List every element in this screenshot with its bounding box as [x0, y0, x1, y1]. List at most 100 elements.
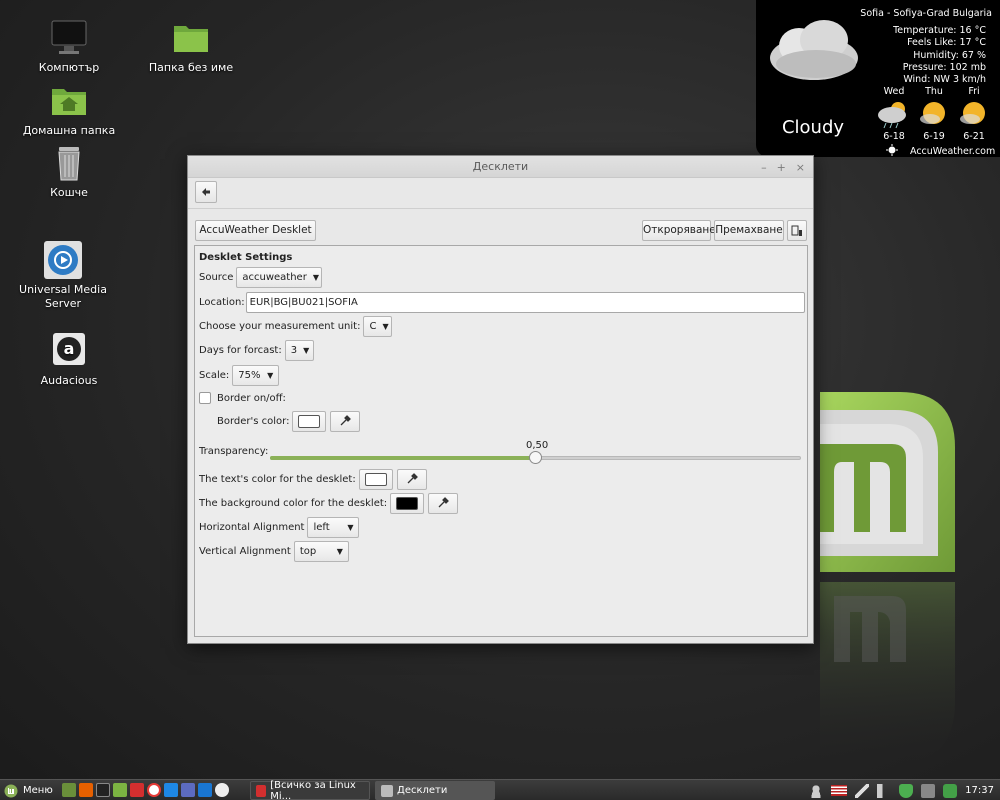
- minimize-button[interactable]: –: [761, 161, 767, 174]
- taskbar: Меню [Всичко за Linux Mi... Десклети 17:…: [0, 779, 1000, 800]
- network-icon[interactable]: [855, 783, 870, 798]
- valign-row: Vertical Alignment top ▼: [199, 540, 349, 562]
- slider-handle[interactable]: [529, 451, 542, 464]
- desktop-icon-label: Кошче: [50, 186, 88, 199]
- border-checkbox[interactable]: [199, 392, 211, 404]
- firefox-icon[interactable]: [79, 783, 93, 797]
- open-button[interactable]: Откроряване: [642, 220, 716, 241]
- maximize-button[interactable]: +: [777, 161, 786, 174]
- weather-temperature: Temperature: 16 °C: [893, 25, 986, 36]
- vivaldi-icon[interactable]: [130, 783, 144, 797]
- remove-button[interactable]: Премахване: [714, 220, 784, 241]
- user-icon[interactable]: [809, 783, 824, 798]
- unit-label: Choose your measurement unit:: [199, 320, 361, 332]
- desktop-icon-label: Universal Media Server: [19, 283, 107, 310]
- desktop-icon-folder[interactable]: Папка без име: [143, 18, 239, 75]
- bg-color-picker-button[interactable]: [428, 492, 459, 514]
- task-desklets[interactable]: Десклети: [375, 781, 495, 800]
- rain-cloud-icon: [874, 99, 914, 129]
- vivaldi-icon: [256, 784, 267, 797]
- chevron-down-icon: ▼: [267, 370, 274, 380]
- text-color-row: The text's color for the desklet:: [199, 468, 427, 490]
- border-label: Border on/off:: [217, 392, 286, 404]
- weather-location: Sofia - Sofiya-Grad Bulgaria: [860, 8, 992, 19]
- configure-button[interactable]: [787, 220, 807, 241]
- days-label: Days for forcast:: [199, 344, 282, 356]
- valign-combo[interactable]: top ▼: [293, 540, 349, 562]
- task-vivaldi[interactable]: [Всичко за Linux Mi...: [250, 779, 370, 800]
- menu-label: Меню: [23, 785, 53, 796]
- scale-label: Scale:: [199, 369, 230, 381]
- slider-fill: [270, 456, 536, 460]
- window-titlebar[interactable]: Десклети – + ×: [188, 156, 813, 178]
- desktop-icon-audacious[interactable]: a Audacious: [21, 331, 117, 388]
- weather-provider[interactable]: AccuWeather.com: [886, 144, 995, 159]
- unit-combo[interactable]: C ▼: [363, 315, 393, 337]
- forecast-day-name: Fri: [968, 86, 980, 97]
- forecast-day-range: 6-19: [923, 131, 945, 142]
- desklets-window[interactable]: Десклети – + × AccuWeather Desklet Откро…: [187, 155, 814, 644]
- battery-icon[interactable]: [921, 783, 936, 798]
- desktop-icon-media-server[interactable]: Universal Media Server: [15, 240, 111, 311]
- sun-cloud-icon: [954, 99, 994, 129]
- cloudy-icon: [770, 20, 858, 80]
- desklet-header-row: AccuWeather Desklet Откроряване Премахва…: [188, 210, 813, 246]
- update-manager-icon[interactable]: [943, 783, 958, 798]
- halign-value: left: [313, 521, 330, 533]
- halign-row: Horizontal Alignment left ▼: [199, 516, 360, 538]
- weather-desklet[interactable]: Sofia - Sofiya-Grad Bulgaria Temperature…: [756, 0, 1000, 157]
- text-color-label: The text's color for the desklet:: [199, 473, 356, 485]
- border-color-button[interactable]: [292, 410, 327, 432]
- task-label: [Всичко за Linux Mi...: [270, 779, 356, 800]
- location-input[interactable]: EUR|BG|BU021|SOFIA: [245, 291, 805, 313]
- show-desktop-icon[interactable]: [62, 783, 76, 797]
- skype-icon[interactable]: [164, 783, 178, 797]
- remote-desktop-icon[interactable]: [181, 783, 195, 797]
- scale-combo[interactable]: 75% ▼: [232, 364, 280, 386]
- configure-icon: [791, 225, 802, 236]
- sun-cloud-icon: [914, 99, 954, 129]
- volume-icon[interactable]: [877, 783, 892, 798]
- border-row: Border on/off:: [199, 387, 286, 409]
- back-button[interactable]: [195, 181, 217, 203]
- desktop-icon-trash[interactable]: Кошче: [21, 143, 117, 200]
- opera-icon[interactable]: [147, 783, 161, 797]
- desktop-icon-home[interactable]: Домашна папка: [21, 81, 117, 138]
- clock[interactable]: 17:37: [965, 785, 994, 796]
- window-toolbar: [188, 178, 813, 209]
- desktop-icon-label: Папка без име: [148, 61, 234, 74]
- desklet-name-button[interactable]: AccuWeather Desklet: [195, 220, 316, 241]
- source-combo[interactable]: accuweather ▼: [236, 266, 323, 288]
- close-button[interactable]: ×: [796, 161, 805, 174]
- bg-color-button[interactable]: [390, 492, 425, 514]
- computer-icon: [49, 18, 89, 58]
- halign-combo[interactable]: left ▼: [307, 516, 360, 538]
- forecast-day-range: 6-21: [963, 131, 985, 142]
- media-player-icon[interactable]: [198, 783, 212, 797]
- keyboard-layout-flag-icon[interactable]: [831, 785, 848, 796]
- mint-menu-icon: [4, 784, 18, 797]
- chevron-down-icon: ▼: [312, 272, 319, 282]
- audacious-icon: a: [49, 331, 89, 371]
- folder-icon: [171, 18, 211, 58]
- terminal-icon[interactable]: [96, 783, 110, 797]
- border-color-picker-button[interactable]: [330, 410, 361, 432]
- unit-value: C: [369, 320, 377, 332]
- days-combo[interactable]: 3 ▼: [284, 339, 314, 361]
- chevron-down-icon: ▼: [336, 546, 343, 556]
- shield-icon[interactable]: [899, 783, 914, 798]
- transparency-slider[interactable]: 0,50: [270, 440, 801, 470]
- forecast-day-name: Wed: [883, 86, 905, 97]
- border-color-swatch: [298, 414, 321, 428]
- audacious-launcher-icon[interactable]: [215, 783, 229, 797]
- text-color-picker-button[interactable]: [396, 468, 427, 490]
- forecast-day: Wed 6-18: [874, 86, 914, 142]
- chevron-down-icon: ▼: [303, 345, 310, 355]
- menu-button[interactable]: Меню: [4, 780, 53, 800]
- svg-text:a: a: [64, 339, 75, 358]
- home-folder-icon: [49, 81, 89, 121]
- desktop-icon-computer[interactable]: Компютър: [21, 18, 117, 75]
- text-color-button[interactable]: [358, 468, 393, 490]
- weather-humidity: Humidity: 67 %: [913, 49, 986, 61]
- files-icon[interactable]: [113, 783, 127, 797]
